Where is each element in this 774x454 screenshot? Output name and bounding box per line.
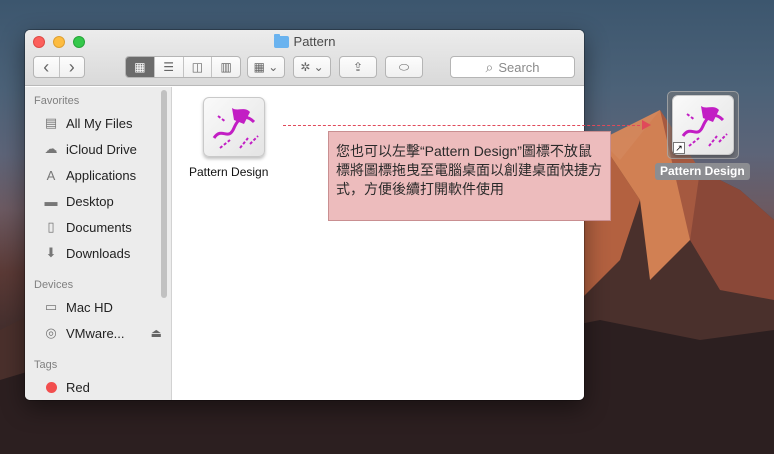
folder-icon (273, 33, 289, 48)
list-view-button[interactable]: ☰ (155, 57, 184, 77)
downloads-icon: ⬇ (45, 245, 57, 260)
sidebar-item-icloud-drive[interactable]: ☁ iCloud Drive (42, 139, 137, 159)
instruction-callout: 您也可以左擊“Pattern Design”圖標不放鼠標將圖標拖曳至電腦桌面以創… (328, 131, 611, 221)
disc-icon: ◎ (45, 325, 57, 340)
sidebar-heading-favorites: Favorites (34, 95, 80, 107)
action-button[interactable]: ✲ ⌄ (293, 56, 331, 78)
window-title: Pattern (25, 33, 584, 49)
pattern-design-app-icon[interactable] (203, 97, 265, 157)
hard-drive-icon: ▭ (44, 299, 58, 314)
sidebar-heading-devices: Devices (34, 279, 74, 291)
sidebar-scrollbar[interactable] (161, 90, 167, 298)
back-button[interactable]: ‹ (34, 57, 60, 77)
sidebar-item-label: Red (66, 379, 90, 395)
arrange-button[interactable]: ▦ ⌄ (247, 56, 285, 78)
drag-guide-arrow-icon (642, 120, 651, 130)
sidebar-item-label: Applications (66, 167, 137, 183)
sidebar-item-label: Desktop (66, 193, 114, 209)
forward-button[interactable]: › (60, 57, 85, 77)
sidebar-item-documents[interactable]: ▯ Documents (42, 217, 132, 237)
cover-flow-button[interactable]: ▥ (212, 57, 240, 77)
eject-icon[interactable]: ⏏ (151, 326, 162, 340)
sidebar-item-label: Mac HD (66, 299, 113, 315)
sidebar-item-label: iCloud Drive (66, 141, 137, 157)
sidebar-item-all-my-files[interactable]: ▤ All My Files (42, 113, 133, 133)
search-icon: ⌕ (485, 58, 494, 75)
sidebar-item-tag-red[interactable]: Red (42, 377, 90, 397)
sidebar-item-desktop[interactable]: ▬ Desktop (42, 191, 114, 211)
all-files-icon: ▤ (44, 115, 58, 130)
back-forward-buttons: ‹ › (33, 56, 85, 78)
file-name-label: Pattern Design (189, 165, 269, 179)
sidebar-item-applications[interactable]: A Applications (42, 165, 136, 185)
share-button[interactable]: ⇪ (339, 56, 377, 78)
sidebar: Favorites ▤ All My Files ☁ iCloud Drive … (25, 87, 172, 400)
sidebar-item-label: Downloads (66, 245, 131, 261)
drag-guide-line (283, 125, 645, 126)
sidebar-item-downloads[interactable]: ⬇ Downloads (42, 243, 131, 263)
tag-button[interactable]: ⬭ (385, 56, 423, 78)
pattern-design-logo-icon (212, 108, 259, 149)
icon-view-button[interactable]: ▦ (126, 57, 155, 77)
sidebar-item-label: All My Files (66, 115, 133, 131)
applications-icon: A (46, 167, 56, 183)
tag-color-dot-icon (42, 378, 60, 396)
view-mode-control: ▦ ☰ ◫ ▥ (125, 56, 241, 78)
search-input[interactable]: ⌕ Search (450, 56, 575, 78)
sidebar-item-label: VMware... (66, 325, 125, 341)
sidebar-item-vmware[interactable]: ◎ VMware... ⏏ (42, 323, 162, 343)
alias-arrow-icon: ↗ (673, 142, 685, 154)
documents-icon: ▯ (47, 219, 55, 234)
column-view-button[interactable]: ◫ (184, 57, 213, 77)
sidebar-item-mac-hd[interactable]: ▭ Mac HD (42, 297, 113, 317)
search-placeholder: Search (498, 59, 540, 75)
desktop-shortcut-label: Pattern Design (655, 163, 750, 180)
cloud-icon: ☁ (44, 141, 58, 156)
sidebar-heading-tags: Tags (34, 359, 58, 371)
sidebar-item-label: Documents (66, 219, 132, 235)
desktop-icon: ▬ (44, 193, 58, 209)
window-toolbar: Pattern ‹ › ▦ ☰ ◫ ▥ ▦ ⌄ ✲ ⌄ ⇪ ⬭ ⌕ Search (25, 30, 584, 86)
window-title-text: Pattern (293, 34, 336, 49)
